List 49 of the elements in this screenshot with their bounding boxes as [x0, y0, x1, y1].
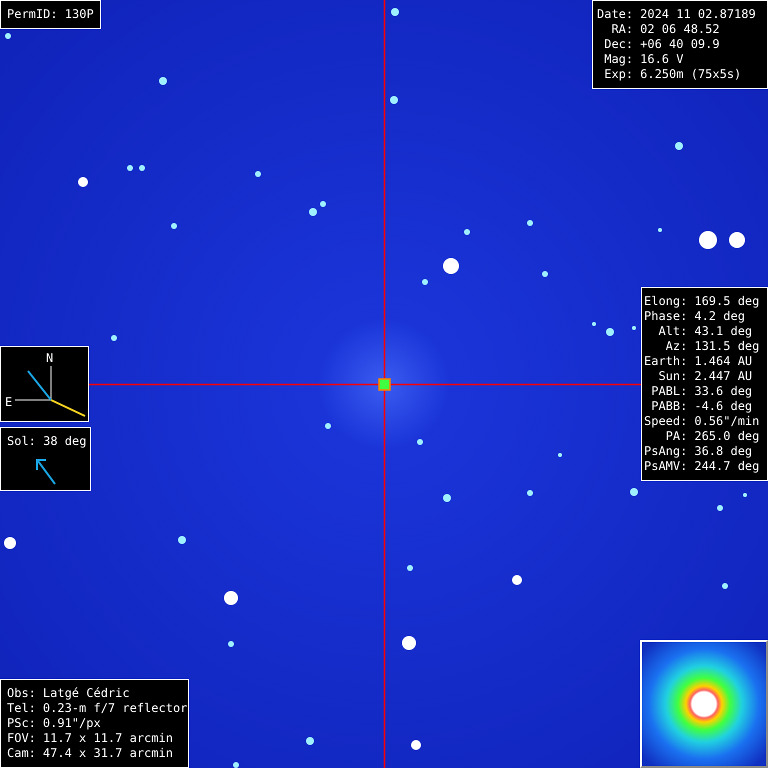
field-label: FOV:: [7, 731, 36, 746]
perm-id-text: PermID: 130P: [7, 7, 94, 21]
field-label: Az:: [664, 339, 688, 354]
east-label: E: [5, 395, 12, 410]
field-label: Sun:: [657, 369, 688, 384]
field-value: 33.6 deg: [694, 384, 754, 399]
field-value: 244.7 deg: [694, 459, 760, 474]
field-label: Exp:: [603, 67, 634, 82]
field-label: Elong:: [644, 294, 688, 309]
field-label: PsAng:: [644, 444, 688, 459]
field-label: Obs:: [7, 686, 36, 701]
field-value: 265.0 deg: [694, 429, 760, 444]
field-value: 6.250m (75x5s): [640, 67, 742, 82]
field-value: 47.4 x 31.7 arcmin: [42, 746, 174, 761]
field-value: 36.8 deg: [694, 444, 754, 459]
field-label: Speed:: [644, 414, 688, 429]
field-label: Earth:: [644, 354, 688, 369]
field-label: Cam:: [7, 746, 36, 761]
field-value: 43.1 deg: [694, 324, 754, 339]
field-value: 0.23-m f/7 reflector: [42, 701, 188, 716]
field-value: 02 06 48.52: [640, 22, 721, 37]
field-label: Phase:: [644, 309, 688, 324]
field-label: PA:: [664, 429, 688, 444]
field-value: -4.6 deg: [694, 399, 754, 414]
field-value: 16.6 V: [640, 52, 684, 67]
field-value: Latgé Cédric: [42, 686, 131, 701]
field-value: +06 40 09.9: [640, 37, 721, 52]
field-label: PABL:: [650, 384, 688, 399]
field-label: Tel:: [7, 701, 36, 716]
sun-angle-text: Sol: 38 deg: [7, 434, 84, 449]
field-label: Dec:: [603, 37, 634, 52]
field-value: 169.5 deg: [694, 294, 760, 309]
field-label: Date:: [597, 7, 634, 22]
north-label: N: [46, 351, 54, 366]
field-value: 131.5 deg: [694, 339, 760, 354]
field-value: 2.447 AU: [694, 369, 754, 384]
field-label: Mag:: [603, 52, 634, 67]
field-value: 2024 11 02.87189: [640, 7, 756, 22]
field-label: Alt:: [657, 324, 688, 339]
field-label: PABB:: [650, 399, 688, 414]
field-label: PsAMV:: [644, 459, 688, 474]
field-value: 11.7 x 11.7 arcmin: [42, 731, 174, 746]
field-value: 0.91"/px: [42, 716, 102, 731]
field-label: PSc:: [7, 716, 36, 731]
arrow-icon: [34, 456, 58, 486]
field-label: RA:: [610, 22, 634, 37]
field-value: 4.2 deg: [694, 309, 746, 324]
field-value: 1.464 AU: [694, 354, 754, 369]
field-value: 0.56"/min: [694, 414, 760, 429]
